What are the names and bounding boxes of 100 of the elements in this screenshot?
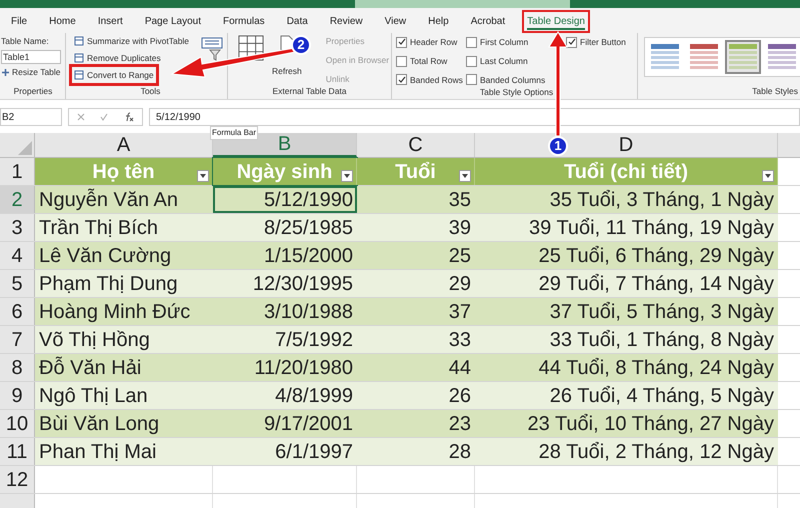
checkbox[interactable] [466, 74, 477, 86]
slicer-icon [201, 37, 223, 61]
ribbon-tab[interactable]: Home [44, 10, 81, 33]
table-cell: 35 [357, 186, 475, 213]
table-cell: 6/1/1997 [213, 438, 357, 465]
refresh-button[interactable]: Refresh [272, 65, 302, 78]
table-cell: 4/8/1999 [213, 382, 357, 409]
row-header[interactable]: 8 [0, 354, 35, 381]
option-label: Last Column [480, 54, 528, 68]
table-cell: 25 Tuổi, 6 Tháng, 29 Ngày [475, 242, 778, 269]
option-label: Header Row [410, 36, 458, 49]
row-header[interactable]: 11 [0, 438, 35, 465]
dropdown-icon [200, 174, 206, 178]
table-cell: 28 Tuổi, 2 Tháng, 12 Ngày [475, 438, 778, 465]
dropdown-icon [462, 174, 468, 178]
dropdown-icon [765, 174, 771, 178]
table-cell: Phan Thị Mai [35, 438, 213, 465]
tool-button[interactable]: Summarize with PivotTable [74, 35, 190, 48]
option-label: Banded Rows [410, 74, 463, 86]
group-label: Tools [140, 85, 162, 98]
resize-table-button[interactable]: Resize Table [1, 66, 65, 78]
table-cell: 37 [357, 298, 475, 325]
tool-icon [74, 36, 84, 46]
table-cell: 33 Tuổi, 1 Tháng, 8 Ngày [475, 326, 778, 353]
checkbox[interactable] [566, 36, 577, 48]
table-cell: 7/5/1992 [213, 326, 357, 353]
table-cell: 5/12/1990 [213, 186, 357, 213]
table-cell: Bùi Văn Long [35, 410, 213, 437]
table-cell: 33 [357, 326, 475, 353]
ribbon-tab[interactable]: Insert [92, 10, 128, 33]
table-cell: Hoàng Minh Đức [35, 298, 213, 325]
ribbon-tab[interactable]: File [6, 10, 32, 33]
row-header[interactable]: 10 [0, 410, 35, 437]
checkbox[interactable] [396, 36, 407, 48]
table-cell: 12/30/1995 [213, 270, 357, 297]
option-label: Total Row [410, 54, 448, 68]
table-cell: 26 Tuổi, 4 Tháng, 5 Ngày [475, 382, 778, 409]
tooltip: Formula Bar [210, 126, 258, 140]
table-cell: Đỗ Văn Hải [35, 354, 213, 381]
dropdown-icon [344, 174, 350, 178]
tool-button[interactable]: Convert to Range [74, 68, 154, 82]
row-header[interactable]: 5 [0, 270, 35, 297]
table-name-label: Table Name: [1, 35, 50, 48]
table-cell: Võ Thị Hồng [35, 326, 213, 353]
ribbon-tab[interactable]: Help [423, 10, 454, 33]
group-label: External Table Data [271, 85, 348, 98]
table-cell: Phạm Thị Dung [35, 270, 213, 297]
group-label: Properties [12, 85, 54, 98]
checkbox[interactable] [466, 36, 477, 48]
table-cell: Nguyễn Văn An [35, 186, 213, 213]
cancel-icon [76, 113, 85, 121]
table-cell: 9/17/2001 [213, 410, 357, 437]
name-box[interactable]: B2 [0, 108, 62, 126]
ribbon-tab[interactable]: View [380, 10, 412, 33]
ribbon-tab[interactable]: Page Layout [140, 10, 206, 33]
table-style-thumbnail[interactable] [725, 40, 761, 74]
row-header[interactable]: 1 [0, 158, 35, 185]
tool-icon [74, 70, 84, 80]
table-cell: 39 Tuổi, 11 Tháng, 19 Ngày [475, 214, 778, 241]
option-label: Filter Button [580, 36, 626, 49]
tool-icon [74, 53, 84, 64]
table-cell: 44 Tuổi, 8 Tháng, 24 Ngày [475, 354, 778, 381]
header-cell: Tuổi (chi tiết) [475, 158, 778, 185]
function-icon [124, 112, 134, 122]
row-header[interactable]: 9 [0, 382, 35, 409]
enter-icon [100, 113, 108, 121]
ribbon-tab[interactable]: Review [324, 10, 368, 33]
tool-button[interactable]: Remove Duplicates [74, 52, 161, 64]
table-cell: 1/15/2000 [213, 242, 357, 269]
table-cell: Ngô Thị Lan [35, 382, 213, 409]
checkbox[interactable] [466, 56, 477, 67]
ribbon-tab[interactable]: Acrobat [466, 10, 510, 33]
table-cell: Trần Thị Bích [35, 214, 213, 241]
table-cell: 25 [357, 242, 475, 269]
table-cell: 8/25/1985 [213, 214, 357, 241]
formula-field[interactable]: 5/12/1990 [149, 108, 800, 126]
resize-icon [1, 68, 10, 77]
filter-button[interactable] [762, 170, 774, 182]
table-cell: 11/20/1980 [213, 354, 357, 381]
option-label: First Column [480, 36, 528, 49]
option-label: Banded Columns [480, 74, 546, 86]
filter-button[interactable] [197, 170, 209, 182]
row-header[interactable]: 3 [0, 214, 35, 241]
row-header[interactable]: 2 [0, 186, 35, 213]
ribbon-tab[interactable]: Formulas [218, 10, 270, 33]
row-header[interactable]: 4 [0, 242, 35, 269]
table-cell: 29 [357, 270, 475, 297]
row-header[interactable]: 6 [0, 298, 35, 325]
filter-button[interactable] [459, 170, 471, 182]
checkbox[interactable] [396, 74, 407, 86]
row-header[interactable]: 7 [0, 326, 35, 353]
table-cell: 28 [357, 438, 475, 465]
ribbon-tab[interactable]: Data [282, 10, 313, 33]
checkbox[interactable] [396, 56, 407, 67]
header-cell: Ngày sinh [213, 158, 357, 185]
row-header[interactable]: 12 [0, 466, 35, 493]
filter-button[interactable] [341, 170, 353, 182]
table-name-field[interactable]: Table1 [1, 50, 61, 64]
table-cell: Lê Văn Cường [35, 242, 213, 269]
column-header[interactable]: C [357, 133, 475, 157]
